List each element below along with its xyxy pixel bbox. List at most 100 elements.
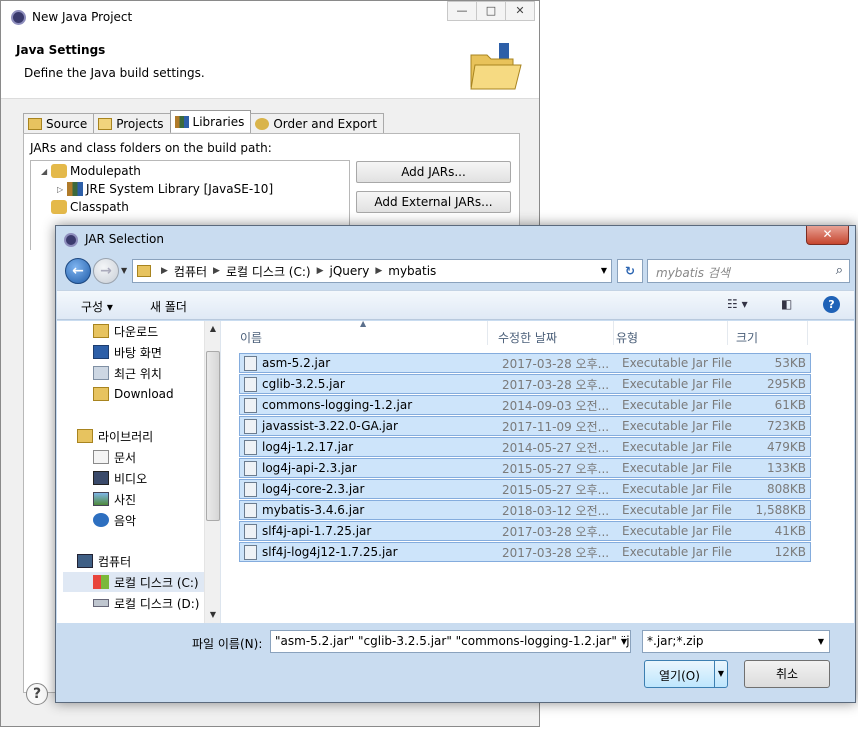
command-bar: 구성 ▾ 새 폴더 ☷ ▾ ◧ ? xyxy=(57,290,854,320)
libraries-icon xyxy=(77,429,93,443)
organize-button[interactable]: 구성 ▾ xyxy=(81,298,113,315)
file-row[interactable]: commons-logging-1.2.jar 2014-09-03 오전... E… xyxy=(239,395,811,415)
nav-item-downloads[interactable]: 다운로드 xyxy=(93,321,158,341)
preview-pane-icon[interactable]: ◧ xyxy=(781,297,792,311)
recent-locations-dropdown-icon[interactable]: ▼ xyxy=(121,266,127,275)
filename-input[interactable]: "asm-5.2.jar" "cglib-3.2.5.jar" "commons… xyxy=(270,630,631,653)
back-arrow-icon[interactable]: ← xyxy=(65,258,91,284)
navigation-pane: 다운로드 바탕 화면 최근 위치 Download 라이브러리 문서 비디오 사… xyxy=(57,321,221,623)
nav-item-drive-c[interactable]: 로컬 디스크 (C:) xyxy=(63,572,209,592)
filename-dropdown-icon[interactable]: ▼ xyxy=(617,637,627,646)
file-row[interactable]: slf4j-log4j12-1.7.25.jar 2017-03-28 오후...… xyxy=(239,542,811,562)
maximize-icon[interactable]: □ xyxy=(476,1,506,21)
close-icon[interactable]: ✕ xyxy=(505,1,535,21)
nav-scrollbar[interactable]: ▲ ▼ xyxy=(204,321,220,623)
nav-item-music[interactable]: 음악 xyxy=(93,510,136,530)
nav-item-download[interactable]: Download xyxy=(93,384,174,404)
drive-d-icon xyxy=(93,599,109,607)
scrollbar-thumb[interactable] xyxy=(206,351,220,521)
help-icon[interactable]: ? xyxy=(26,683,48,705)
filetype-value: *.jar;*.zip xyxy=(647,634,704,648)
file-row[interactable]: asm-5.2.jar 2017-03-28 오후... Executable Ja… xyxy=(239,353,811,373)
recent-places-icon xyxy=(93,366,109,380)
pictures-icon xyxy=(93,492,109,506)
file-row[interactable]: cglib-3.2.5.jar 2017-03-28 오후... Executabl… xyxy=(239,374,811,394)
open-split-dropdown-icon[interactable]: ▼ xyxy=(714,661,727,687)
nav-item-drive-d[interactable]: 로컬 디스크 (D:) xyxy=(93,593,199,613)
file-row[interactable]: log4j-1.2.17.jar 2014-05-27 오전... Executab… xyxy=(239,437,811,457)
nav-item-videos[interactable]: 비디오 xyxy=(93,468,147,488)
desktop-icon xyxy=(93,345,109,359)
add-external-jars-button[interactable]: Add External JARs... xyxy=(356,191,511,213)
cancel-button[interactable]: 취소 xyxy=(744,660,830,688)
nav-item-computer[interactable]: 컴퓨터 xyxy=(77,551,131,571)
new-folder-button[interactable]: 새 폴더 xyxy=(150,298,187,315)
file-row[interactable]: javassist-3.22.0-GA.jar 2017-11-09 오전... E… xyxy=(239,416,811,436)
eclipse-icon xyxy=(64,233,78,247)
add-jars-button[interactable]: Add JARs... xyxy=(356,161,511,183)
breadcrumb-item[interactable]: jQuery xyxy=(330,264,370,278)
open-button[interactable]: 열기(O) ▼ xyxy=(644,660,728,688)
tab-label: Libraries xyxy=(192,114,245,129)
tab-source[interactable]: Source xyxy=(23,113,95,133)
jar-selection-dialog: JAR Selection ✕ ← → ▼ ▶ 컴퓨터 ▶ 로컬 디스크 (C:… xyxy=(55,225,856,703)
nav-item-libraries[interactable]: 라이브러리 xyxy=(77,426,153,446)
column-header-date[interactable]: 수정한 날짜 xyxy=(490,321,614,345)
file-row[interactable]: mybatis-3.4.6.jar 2018-03-12 오전... Executa… xyxy=(239,500,811,520)
filename-value: "asm-5.2.jar" "cglib-3.2.5.jar" "commons… xyxy=(275,634,631,648)
column-header-type[interactable]: 유형 xyxy=(608,321,728,345)
jar-file-icon xyxy=(244,398,257,413)
file-row[interactable]: slf4j-api-1.7.25.jar 2017-03-28 오후... Exec… xyxy=(239,521,811,541)
nav-item-pictures[interactable]: 사진 xyxy=(93,489,136,509)
address-bar[interactable]: ▶ 컴퓨터 ▶ 로컬 디스크 (C:) ▶ jQuery ▶ mybatis ▼ xyxy=(132,259,612,283)
library-icon xyxy=(67,182,83,196)
panel-label: JARs and class folders on the build path… xyxy=(30,141,272,155)
breadcrumb-item[interactable]: 컴퓨터 xyxy=(174,263,207,280)
close-button[interactable]: ✕ xyxy=(806,226,849,245)
nav-item-desktop[interactable]: 바탕 화면 xyxy=(93,342,162,362)
minimize-icon[interactable]: — xyxy=(447,1,477,21)
column-header-name[interactable]: 이름 xyxy=(232,321,488,345)
tab-order-and-export[interactable]: Order and Export xyxy=(250,113,384,133)
collapse-icon[interactable]: ▷ xyxy=(57,185,67,194)
refresh-icon[interactable]: ↻ xyxy=(617,259,643,283)
scroll-up-icon[interactable]: ▲ xyxy=(205,321,220,337)
file-row[interactable]: log4j-core-2.3.jar 2015-05-27 오후... Execut… xyxy=(239,479,811,499)
chevron-down-icon[interactable]: ▼ xyxy=(818,637,824,646)
classpath-icon xyxy=(51,200,67,214)
tree-item-modulepath[interactable]: ◢ Modulepath xyxy=(41,164,141,178)
tab-projects[interactable]: Projects xyxy=(93,113,171,133)
tree-item-classpath[interactable]: Classpath xyxy=(51,200,129,214)
file-row[interactable]: log4j-api-2.3.jar 2015-05-27 오후... Executa… xyxy=(239,458,811,478)
tab-libraries[interactable]: Libraries xyxy=(169,110,252,132)
search-icon[interactable]: ⌕ xyxy=(836,263,843,278)
jar-file-icon xyxy=(244,461,257,476)
jar-file-icon xyxy=(244,524,257,539)
address-dropdown-icon[interactable]: ▼ xyxy=(601,266,607,275)
view-options-icon[interactable]: ☷ ▾ xyxy=(727,297,748,311)
drive-c-icon xyxy=(93,575,109,589)
nav-item-documents[interactable]: 문서 xyxy=(93,447,136,467)
breadcrumb-item[interactable]: 로컬 디스크 (C:) xyxy=(226,263,311,280)
breadcrumb-item[interactable]: mybatis xyxy=(388,264,436,278)
forward-arrow-icon[interactable]: → xyxy=(93,258,119,284)
folder-icon xyxy=(93,387,109,401)
tree-item-jre-library[interactable]: ▷ JRE System Library [JavaSE-10] xyxy=(57,182,273,196)
nav-item-recent[interactable]: 최근 위치 xyxy=(93,363,162,383)
videos-icon xyxy=(93,471,109,485)
dialog-title-bar: JAR Selection ✕ xyxy=(56,226,855,251)
tab-strip: Source Projects Libraries Order and Expo… xyxy=(23,110,384,133)
file-list: ▲ 이름 수정한 날짜 유형 크기 asm-5.2.jar 2017-03-28 … xyxy=(222,319,854,623)
tab-label: Source xyxy=(46,116,88,131)
filetype-select[interactable]: *.jar;*.zip ▼ xyxy=(642,630,830,653)
header-subtitle: Define the Java build settings. xyxy=(24,66,205,80)
source-folder-icon xyxy=(28,117,42,130)
order-export-icon xyxy=(255,117,270,130)
column-header-size[interactable]: 크기 xyxy=(728,321,808,345)
search-input[interactable]: mybatis 검색 ⌕ xyxy=(647,259,850,283)
help-icon[interactable]: ? xyxy=(823,296,840,313)
search-placeholder: mybatis 검색 xyxy=(656,266,730,280)
jar-file-icon xyxy=(244,440,257,455)
expand-icon[interactable]: ◢ xyxy=(41,167,51,176)
scroll-down-icon[interactable]: ▼ xyxy=(205,607,220,623)
